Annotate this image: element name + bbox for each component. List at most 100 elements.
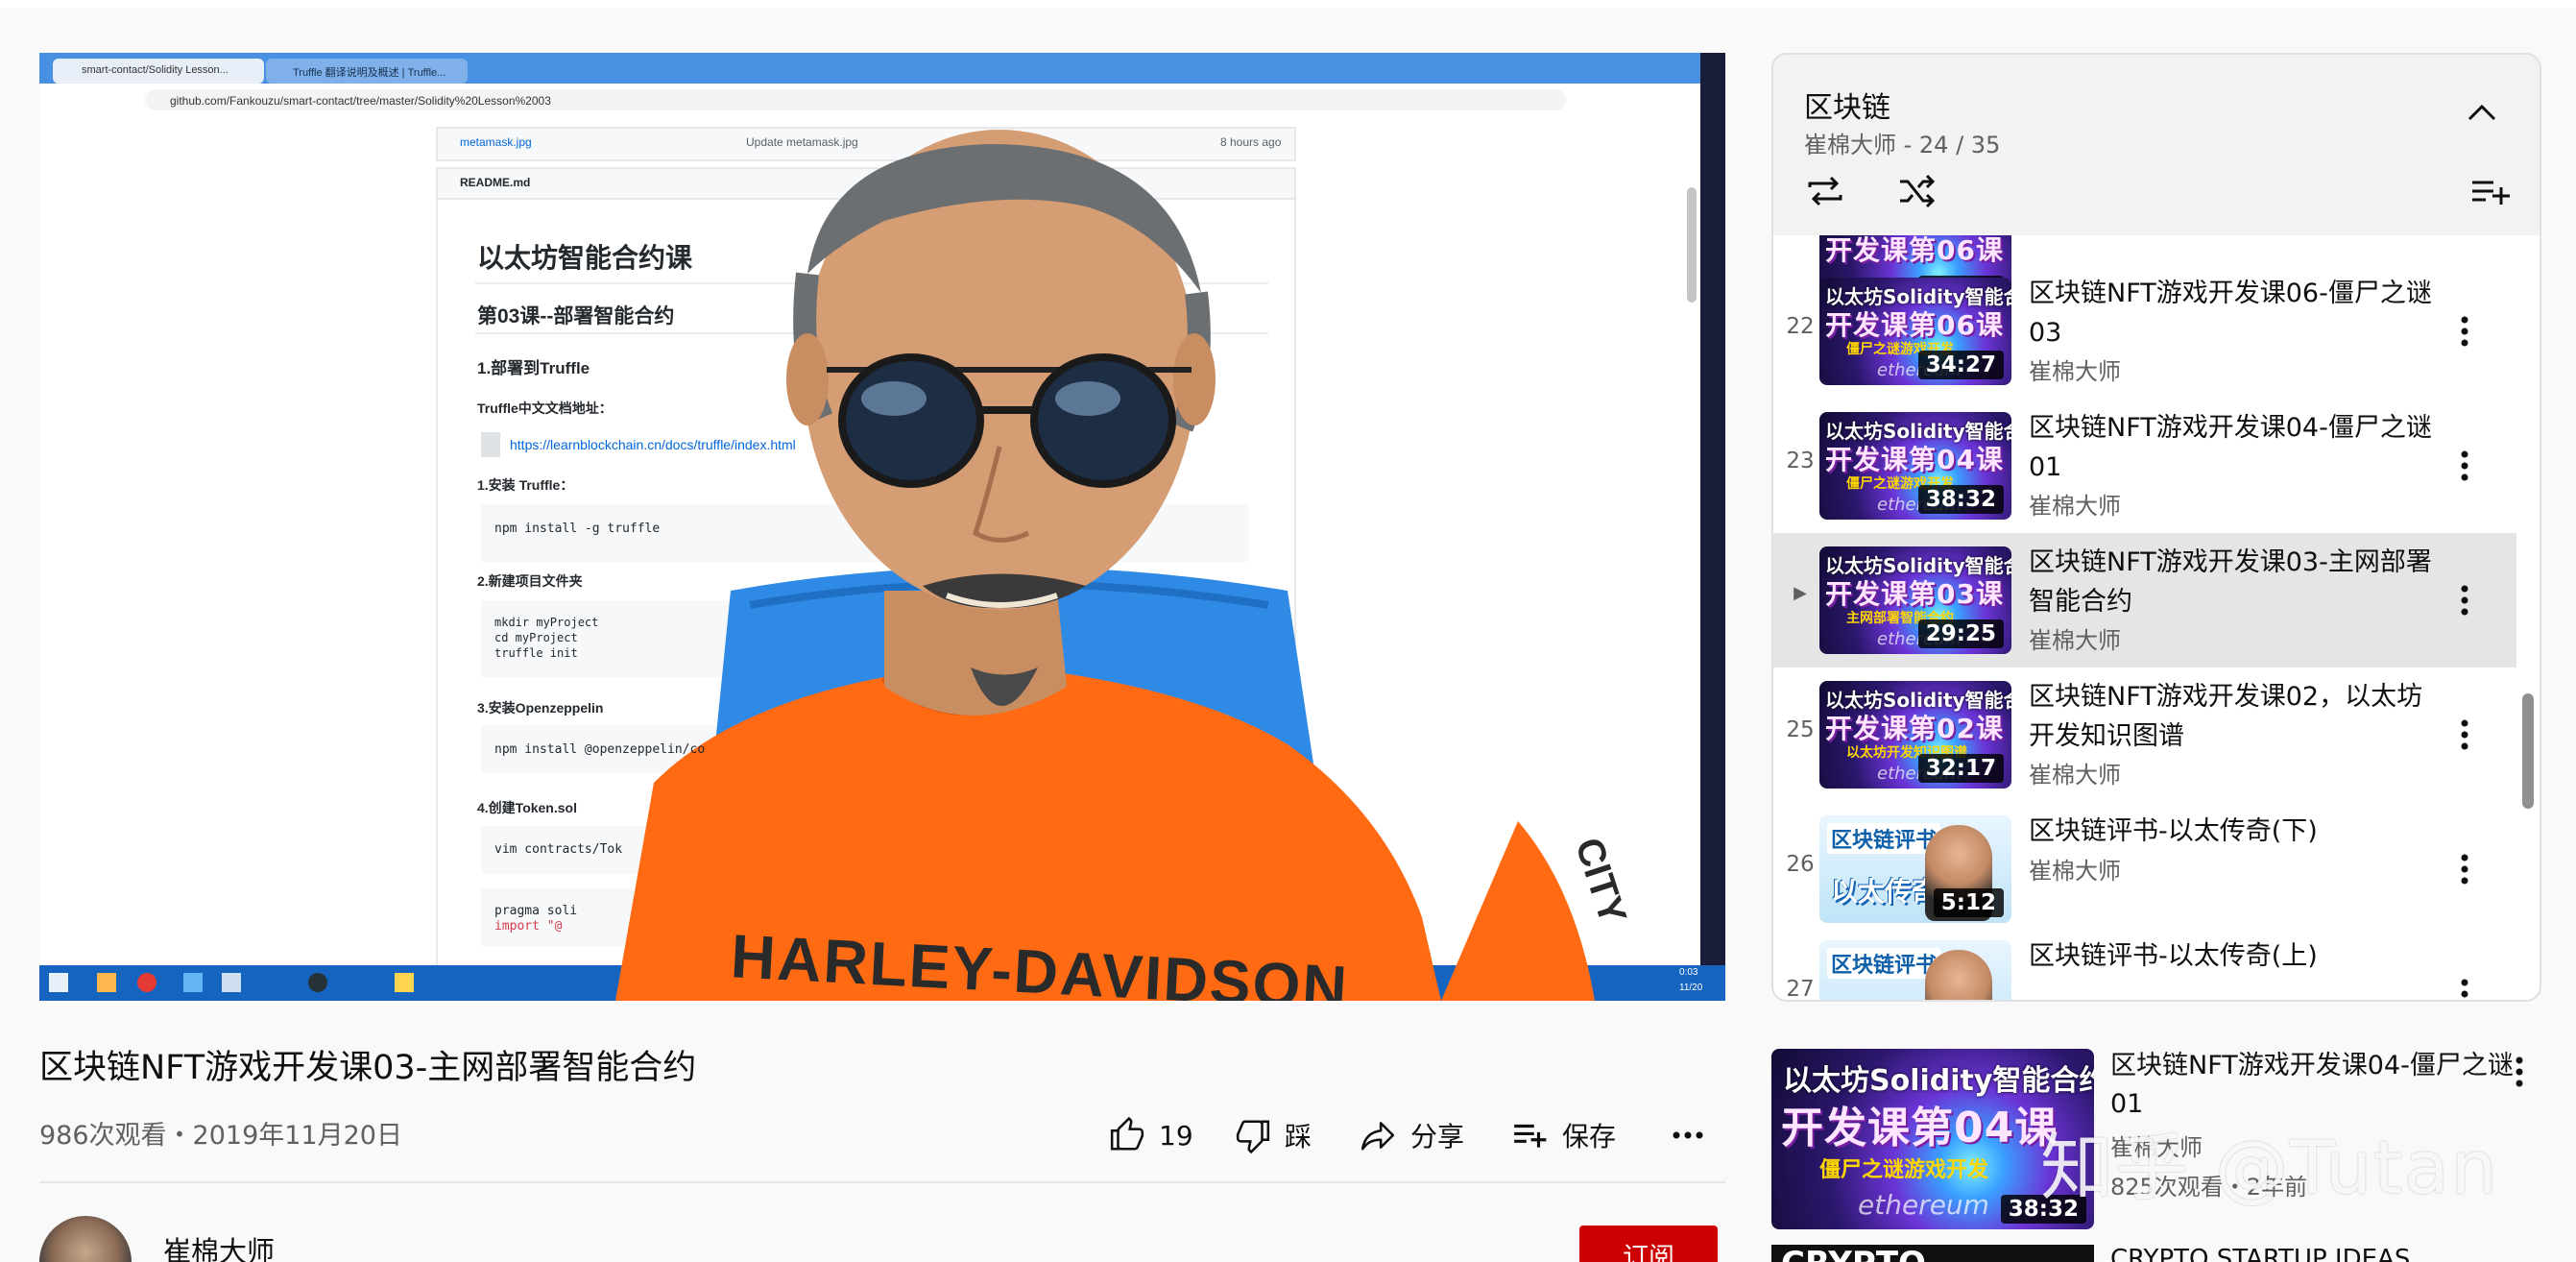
- cmd-2-line-2: cd myProject: [494, 631, 578, 644]
- dislike-button[interactable]: 踩: [1235, 1116, 1312, 1154]
- playlist-item[interactable]: 27区块链评书以太传奇区块链评书-以太传奇(上): [1773, 927, 2516, 1002]
- code-line-1: pragma soli: [494, 904, 578, 918]
- thumb-down-icon: [1236, 1120, 1270, 1153]
- playlist-item[interactable]: 25以太坊Solidity智能合约开发课第02课以太坊开发知识图谱ethereu…: [1773, 667, 2516, 802]
- playlist-item-thumbnail[interactable]: 以太坊Solidity智能合约开发课第06课僵尸之谜游戏开发ethereum34…: [1819, 278, 2011, 385]
- thumb-line-1: 区块链评书: [1827, 948, 1941, 979]
- playlist-item[interactable]: 22以太坊Solidity智能合约开发课第06课僵尸之谜游戏开发ethereum…: [1773, 264, 2516, 399]
- duration-badge: 32:17: [1917, 754, 2004, 783]
- thumb-line-2: 以太传奇: [1831, 876, 1939, 908]
- video-player[interactable]: smart-contact/Solidity Lesson... Truffle…: [39, 53, 1725, 1001]
- more-actions-button[interactable]: [1671, 1129, 1705, 1141]
- video-title: 区块链NFT游戏开发课03-主网部署智能合约: [39, 1049, 697, 1087]
- thumb-line-3: 僵尸之谜游戏开发: [1819, 1158, 1989, 1182]
- playlist-item[interactable]: 26 区块链评书 以太传奇 5:12 区块链评书-以太传奇(下) 崔棉大师: [1773, 802, 2516, 936]
- thumb-line-2: 以太传奇: [1831, 996, 1938, 1000]
- playlist-items: 以太坊Solidity智能合约开发课第06课ethereum13:01崔棉大师2…: [1773, 235, 2540, 1002]
- save-label: 保存: [1562, 1121, 1617, 1153]
- code-line-2: import "@: [494, 919, 563, 934]
- like-button[interactable]: 19: [1109, 1117, 1193, 1153]
- thumb-line-2: 开发课第06课: [1825, 235, 2004, 266]
- like-count: 19: [1159, 1119, 1193, 1152]
- browser-tab-1: smart-contact/Solidity Lesson...: [82, 64, 229, 76]
- share-label: 分享: [1410, 1121, 1465, 1153]
- cmd-3: npm install @openzeppelin/co: [494, 742, 706, 757]
- top-strip: [0, 0, 2576, 8]
- more-vertical-icon[interactable]: [2455, 850, 2474, 888]
- thumb-face: [1925, 950, 1992, 1000]
- file-name: metamask.jpg: [460, 135, 532, 149]
- video-view-date: 986次观看・2019年11月20日: [39, 1121, 402, 1151]
- readme-label: README.md: [460, 176, 531, 189]
- playlist-header: 区块链 崔棉大师 - 24 / 35: [1773, 55, 2540, 235]
- playlist-item-thumbnail[interactable]: 区块链评书以太传奇 5:12: [1819, 815, 2011, 923]
- shuffle-icon[interactable]: [1896, 174, 1938, 208]
- docs-label: Truffle中文文档地址：: [477, 400, 613, 416]
- playlist-item-channel: 崔棉大师: [2029, 493, 2121, 520]
- dislike-label: 踩: [1285, 1121, 1312, 1153]
- thumb-line-1: 区块链评书: [1827, 823, 1941, 854]
- taskbar-clock-date: 11/20: [1679, 983, 1703, 993]
- collapse-chevron-icon[interactable]: [2467, 103, 2497, 122]
- channel-avatar[interactable]: [39, 1216, 132, 1262]
- playlist-item-channel: 崔棉大师: [2029, 358, 2121, 385]
- playlist-item-thumbnail[interactable]: 以太坊Solidity智能合约开发课第03课主网部署智能合约ethereum29…: [1819, 546, 2011, 654]
- recommendation-2-title[interactable]: CRYPTO STARTUP IDEAS: [2110, 1245, 2410, 1262]
- playlist-item-title[interactable]: 区块链评书-以太传奇(下): [2029, 812, 2432, 851]
- save-button[interactable]: 保存: [1510, 1116, 1616, 1154]
- video-frame-art: [39, 53, 1725, 1001]
- playlist-item-title[interactable]: 区块链NFT游戏开发课03-主网部署智能合约: [2029, 543, 2432, 621]
- duration-badge: 38:32: [1917, 485, 2004, 514]
- thumb-up-icon: [1110, 1117, 1144, 1151]
- playlist-item-thumbnail[interactable]: 区块链评书以太传奇: [1819, 940, 2011, 1000]
- more-vertical-icon[interactable]: [2510, 1053, 2529, 1091]
- playlist-item-channel: 崔棉大师: [2029, 858, 2121, 885]
- playlist-item-title[interactable]: 区块链NFT游戏开发课02，以太坊开发知识图谱: [2029, 677, 2432, 756]
- cmd-1: npm install -g truffle: [494, 522, 661, 536]
- playlist-title[interactable]: 区块链: [1804, 84, 1890, 126]
- save-playlist-icon[interactable]: [2470, 178, 2513, 206]
- playlist-item-title[interactable]: 区块链评书-以太传奇(上): [2029, 936, 2432, 976]
- recommendation-2-thumbnail[interactable]: CRYPTO: [1771, 1245, 2094, 1262]
- more-vertical-icon[interactable]: [2455, 312, 2474, 351]
- playlist-item-title[interactable]: 区块链NFT游戏开发课04-僵尸之谜01: [2029, 408, 2432, 487]
- playlist-subtitle: 崔棉大师 - 24 / 35: [1804, 132, 2001, 158]
- thumb-line-2: 开发课第02课: [1825, 713, 2004, 744]
- thumb-line-2: 开发课第03课: [1825, 578, 2004, 610]
- cmd-2-line-3: truffle init: [494, 646, 578, 660]
- playlist-item-thumbnail[interactable]: 以太坊Solidity智能合约开发课第02课以太坊开发知识图谱ethereum3…: [1819, 681, 2011, 789]
- duration-badge: 34:27: [1917, 351, 2004, 379]
- playlist-item-current[interactable]: ▶以太坊Solidity智能合约开发课第03课主网部署智能合约ethereum2…: [1773, 533, 2516, 667]
- more-vertical-icon[interactable]: [2455, 716, 2474, 754]
- browser-tab-2: Truffle 翻译说明及概述 | Truffle...: [293, 67, 446, 79]
- file-commit: Update metamask.jpg: [746, 135, 858, 149]
- watermark: 知乎 @Tutan: [2040, 1125, 2499, 1210]
- subscribe-button[interactable]: 订阅: [1579, 1226, 1718, 1262]
- duration-badge: 5:12: [1933, 888, 2004, 917]
- thumb-line-4: ethereum: [1858, 1189, 1989, 1221]
- share-icon: [1360, 1122, 1395, 1151]
- playlist-scrollbar[interactable]: [2522, 693, 2534, 809]
- lesson-heading: 第03课--部署智能合约: [477, 305, 675, 328]
- loop-icon[interactable]: [1804, 174, 1846, 208]
- docs-link[interactable]: https://learnblockchain.cn/docs/truffle/…: [510, 437, 796, 452]
- thumb-line-2: 开发课第06课: [1825, 309, 2004, 341]
- share-button[interactable]: 分享: [1359, 1116, 1464, 1154]
- step-3: 3.安装Openzeppelin: [477, 700, 604, 716]
- playlist-item[interactable]: 23以太坊Solidity智能合约开发课第04课僵尸之谜游戏开发ethereum…: [1773, 399, 2516, 533]
- playlist-item-title[interactable]: 区块链NFT游戏开发课06-僵尸之谜03: [2029, 274, 2432, 352]
- more-vertical-icon[interactable]: [2455, 447, 2474, 485]
- playlist-item-channel: 崔棉大师: [2029, 762, 2121, 789]
- youtube-watch-page: smart-contact/Solidity Lesson... Truffle…: [0, 0, 2576, 1262]
- playlist-add-icon: [1514, 1124, 1547, 1148]
- more-vertical-icon[interactable]: [2455, 975, 2474, 1002]
- channel-name[interactable]: 崔棉大师: [163, 1229, 275, 1262]
- cmd-4: vim contracts/Tok: [494, 842, 623, 857]
- playlist-item-thumbnail[interactable]: 以太坊Solidity智能合约开发课第04课僵尸之谜游戏开发ethereum38…: [1819, 412, 2011, 520]
- step-4: 4.创建Token.sol: [477, 800, 577, 815]
- thumb-line-2: 开发课第04课: [1825, 444, 2004, 475]
- more-horizontal-icon: [1673, 1131, 1703, 1139]
- section-1: 1.部署到Truffle: [477, 359, 590, 377]
- more-vertical-icon[interactable]: [2455, 581, 2474, 619]
- playlist-item-channel: 崔棉大师: [2029, 627, 2121, 654]
